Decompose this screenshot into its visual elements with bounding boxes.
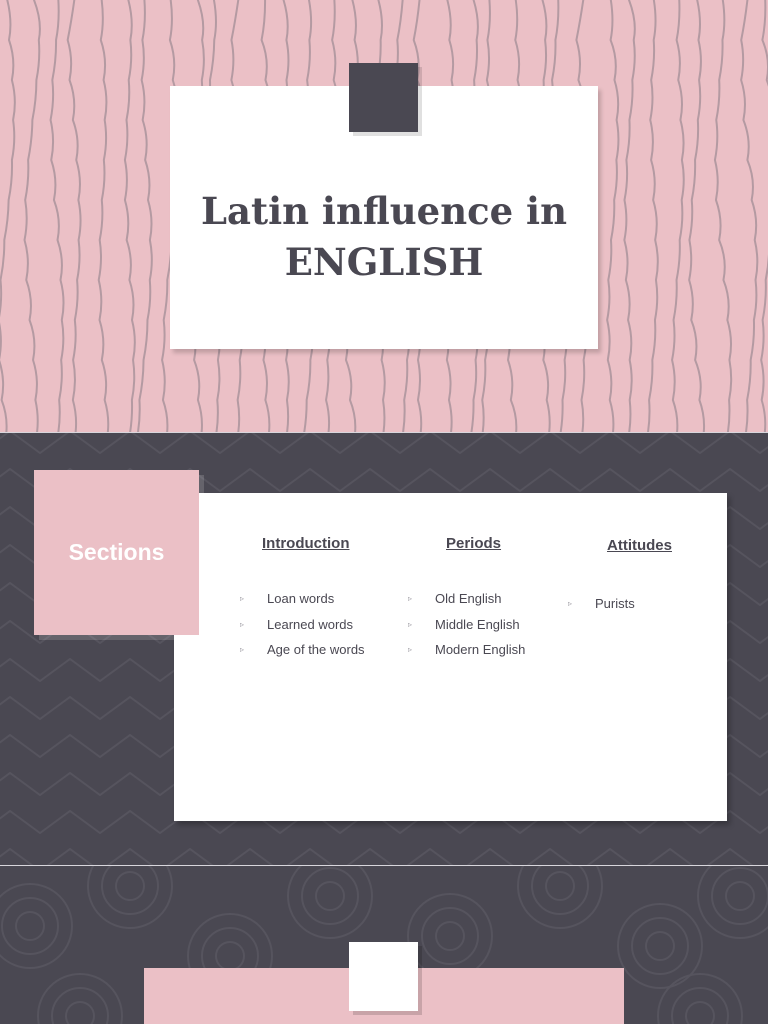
decorative-circle (697, 866, 768, 939)
list-item: ▹ Age of the words (240, 642, 365, 657)
decorative-circle (0, 883, 73, 969)
wood-grain-line (713, 0, 733, 432)
wood-grain-line (647, 0, 659, 432)
decorative-circle (101, 866, 159, 915)
triangle-bullet-icon: ▹ (408, 594, 413, 603)
decorative-circle (517, 866, 603, 929)
zigzag-line (0, 433, 768, 455)
column-heading-attitudes: Attitudes (607, 537, 672, 554)
list-item: ▹ Old English (408, 591, 502, 606)
wood-grain-line (0, 0, 16, 432)
decorative-circle (725, 881, 755, 911)
wood-grain-line (688, 0, 706, 432)
decorative-circle (645, 931, 675, 961)
wood-grain-line (623, 0, 636, 432)
sections-slide[interactable]: Introduction ▹ Loan words ▹ Learned words … (0, 433, 768, 865)
decorative-circle (301, 867, 359, 925)
triangle-bullet-icon: ▹ (408, 619, 413, 629)
decorative-circle (315, 881, 345, 911)
list-item: ▹ Learned words (240, 616, 353, 632)
decorative-circle (51, 987, 109, 1024)
decorative-circle (671, 987, 729, 1024)
decorative-circle (631, 917, 689, 975)
decorative-circle (115, 871, 145, 901)
decorative-circle (37, 973, 123, 1024)
decorative-circle (287, 866, 373, 939)
slide-title: Latin influence in ENGLISH (170, 186, 598, 288)
wood-grain-line (49, 0, 65, 432)
column-heading-periods: Periods (446, 535, 502, 552)
wood-grain-line (23, 0, 41, 432)
wood-grain-line (66, 0, 82, 432)
sections-heading: Sections (68, 539, 165, 565)
decorative-circle (65, 1001, 95, 1024)
decorative-square-pin (349, 942, 418, 1011)
list-item: ▹ Loan words (240, 591, 335, 606)
title-line-2: ENGLISH (284, 240, 484, 284)
list-item: ▹ Purists (568, 596, 635, 611)
wood-grain-line (137, 0, 153, 432)
triangle-bullet-icon: ▹ (568, 599, 573, 608)
triangle-bullet-icon: ▹ (408, 645, 413, 654)
decorative-circle (711, 867, 768, 925)
decorative-circle (545, 871, 575, 901)
sections-label-box: Sections (34, 470, 199, 635)
periods-list: ▹ Old English ▹ Middle English ▹ Modern Eng… (408, 590, 525, 667)
third-slide-partial[interactable] (0, 866, 768, 1024)
list-item: ▹ Middle English (408, 616, 520, 632)
decorative-circle (685, 1001, 715, 1024)
wood-grain-line (760, 0, 768, 432)
title-slide[interactable]: Latin influence in ENGLISH (0, 0, 768, 432)
list-item: ▹ Modern English (408, 642, 526, 657)
title-line-1: Latin influence in (200, 189, 568, 233)
attitudes-list: ▹ Purists (568, 595, 635, 621)
decorative-circle (421, 907, 479, 965)
decorative-circle (435, 921, 465, 951)
wood-grain-line (97, 0, 110, 432)
decorative-circle (15, 911, 45, 941)
wood-grain-line (123, 0, 136, 432)
triangle-bullet-icon: ▹ (240, 594, 245, 603)
decorative-circle (531, 866, 589, 915)
wood-grain-line (671, 0, 685, 432)
decorative-circle (407, 893, 493, 979)
triangle-bullet-icon: ▹ (240, 645, 245, 654)
sections-content-card: Introduction ▹ Loan words ▹ Learned words … (174, 493, 727, 821)
triangle-bullet-icon: ▹ (240, 619, 245, 629)
column-heading-introduction: Introduction (262, 535, 350, 552)
zigzag-line (0, 847, 768, 865)
decorative-circle (87, 866, 173, 929)
decorative-circle (657, 973, 743, 1024)
decorative-square-pin (349, 63, 418, 132)
decorative-circle (215, 941, 245, 971)
wood-grain-line (606, 0, 620, 432)
introduction-list: ▹ Loan words ▹ Learned words ▹ Age of the w… (240, 590, 365, 667)
wood-grain-line (740, 0, 759, 432)
decorative-circle (1, 897, 59, 955)
